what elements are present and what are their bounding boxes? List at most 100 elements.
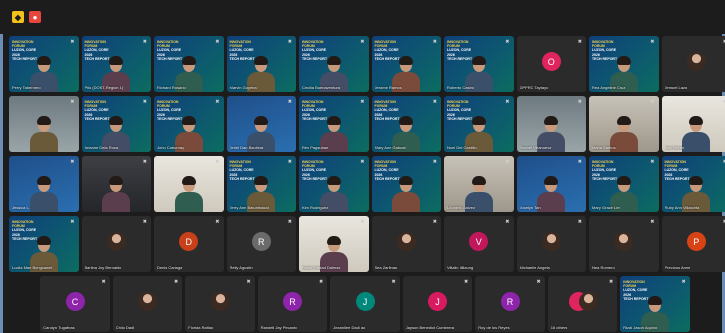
banner-line: INNOVATION FORUM (374, 100, 396, 109)
participant-tile[interactable]: ✖ Florida Raltao (185, 276, 255, 332)
participant-tile[interactable]: INNOVATION FORUM LUZON, CORE 2026 TECH REP… (9, 36, 79, 92)
participant-tile[interactable]: INNOVATION FORUM LUZON, CORE 2026 TECH REP… (299, 36, 369, 92)
gallery-row: C ✖ Carolyn Tugafnas ✖ Chilo Dadi ✖ Florida Ra… (9, 276, 721, 332)
mic-muted-icon: ✖ (215, 219, 220, 225)
participant-tile[interactable]: P ✖ Precious Anne (661, 216, 725, 272)
participant-name: Roberto Castro (447, 85, 475, 90)
avatar (210, 292, 230, 312)
participant-tile[interactable]: J ✖ Jeannilee Dadi ao (330, 276, 400, 332)
mic-muted-icon: ✖ (577, 39, 582, 45)
participant-tile[interactable]: ✖ Rachel Villanueva (516, 96, 586, 152)
participant-tile[interactable]: ✖ (9, 96, 79, 152)
mic-muted-icon: ✖ (215, 39, 220, 45)
mic-muted-icon: ✖ (360, 219, 365, 225)
avatar (106, 232, 126, 252)
mic-muted-icon: ✖ (101, 279, 106, 285)
avatar (686, 52, 706, 72)
mic-muted-icon: ✖ (432, 99, 437, 105)
participant-name: Rosie Piedad Dalmas (302, 265, 341, 270)
participant-tile[interactable]: V ✖ Villalin Ilillaung (444, 216, 514, 272)
participant-tile[interactable]: INNOVATION FORUM LUZON, CORE 2026 TECH REP… (371, 156, 441, 212)
participant-name: Jerry Ann Batumbakal (229, 205, 269, 210)
participant-tile[interactable]: ✖ Jocelyn Tan (516, 156, 586, 212)
mic-muted-icon: ✖ (215, 159, 220, 165)
record-icon[interactable]: ● (29, 11, 41, 23)
participant-tile[interactable]: ✖ Jessica L. (9, 156, 79, 212)
participant-tile[interactable]: R ✖ Randell Jay Pecanto (257, 276, 328, 332)
mic-muted-icon: ✖ (360, 99, 365, 105)
participant-tile[interactable]: INNOVATION FORUM LUZON, CORE 2026 TECH REP… (371, 96, 441, 152)
participant-name: DPPRC Taytayo (519, 85, 549, 90)
mic-muted-icon: ✖ (142, 99, 147, 105)
participant-video-figure (29, 176, 59, 212)
participant-name: Rizal Jason Aquino (623, 325, 658, 330)
avatar: V (469, 232, 489, 252)
participant-tile[interactable]: ✖ Michaelle Angela (516, 216, 586, 272)
participant-tile[interactable]: O ✖ DPPRC Taytayo (516, 36, 586, 92)
participant-tile[interactable]: INNOVATION FORUM LUZON, CORE 2026 TECH REP… (81, 96, 151, 152)
mic-muted-icon: ✖ (432, 159, 437, 165)
mic-muted-icon: ✖ (650, 39, 655, 45)
participant-name: Jocelyn Tan (519, 205, 541, 210)
participant-tile[interactable]: ✖ Maria Santos (589, 96, 659, 152)
participant-tile[interactable]: INNOVATION FORUM LUZON, CORE 2026 TECH REP… (226, 156, 296, 212)
participant-tile[interactable]: INNOVATION FORUM LUZON, CORE 2026 TECH REP… (444, 36, 514, 92)
participant-name: Jeannilee Dadi ao (333, 325, 366, 330)
participant-name: Noel Del Castillo (447, 145, 477, 150)
participant-name: Ana Reyes (664, 145, 685, 150)
participant-tile[interactable]: ✖ (154, 156, 224, 212)
participant-name: Reily Agustin (229, 265, 253, 270)
participant-tile[interactable]: J ✖ Jayson Benedict Cumbrera (402, 276, 473, 332)
participant-tile[interactable]: INNOVATION FORUM LUZON, CORE 2026 TECH REP… (81, 36, 151, 92)
participant-tile[interactable]: INNOVATION FORUM LUZON, CORE 2026 TECH REP… (620, 276, 690, 332)
avatar: R (283, 292, 302, 312)
gallery-row: INNOVATION FORUM LUZON, CORE 2026 TECH REP… (9, 36, 725, 92)
participant-tile[interactable]: ✖ Chilo Dadi (112, 276, 183, 332)
participant-name: Carolyn Tugafnas (43, 325, 75, 330)
participant-tile[interactable]: INNOVATION FORUM LUZON, CORE 2026 TECH REP… (226, 36, 296, 92)
gallery-row: ✖ INNOVATION FORUM LUZON, CORE 2026 TECH RE… (9, 96, 725, 152)
mic-muted-icon: ✖ (650, 219, 655, 225)
participant-tile[interactable]: INNOVATION FORUM LUZON, CORE 2026 TECH REP… (661, 156, 725, 212)
participant-name: Randell Jay Pecanto (260, 325, 298, 330)
banner-line: INNOVATION FORUM (157, 40, 179, 49)
participant-tile[interactable]: ✖ Barlina Joy Bernaldo (81, 216, 151, 272)
participant-tile[interactable]: INNOVATION FORUM LUZON, CORE 2026 TECH REP… (589, 156, 659, 212)
participant-tile[interactable]: R ✖ Reily Agustin (226, 216, 296, 272)
participant-tile[interactable]: ✖ Sea Zarlinas (371, 216, 441, 272)
participant-tile[interactable]: C ✖ Carolyn Tugafnas (40, 276, 110, 332)
banner-line: INNOVATION FORUM (592, 160, 614, 169)
mic-muted-icon: ✖ (287, 159, 292, 165)
participant-tile[interactable]: ✖ Rosie Piedad Dalmas (299, 216, 369, 272)
participant-tile[interactable]: ✖ Jemuel Lazo (661, 36, 725, 92)
participant-tile[interactable]: ✖ Nea Romero (589, 216, 659, 272)
banner-line: INNOVATION FORUM (157, 100, 179, 109)
shield-icon[interactable]: ◆ (12, 11, 24, 23)
participant-tile[interactable]: D ✖ Denis Cariaga (154, 216, 224, 272)
mic-muted-icon: ✖ (505, 219, 510, 225)
participant-tile[interactable]: INNOVATION FORUM LUZON, CORE 2026 TECH REP… (444, 96, 514, 152)
participant-tile[interactable]: INNOVATION FORUM LUZON, CORE 2026 TECH REP… (299, 156, 369, 212)
participant-tile[interactable]: ✖ (81, 156, 151, 212)
participant-name: Rea Angeline Cruz (592, 85, 626, 90)
participant-tile[interactable]: INNOVATION FORUM LUZON, CORE 2026 TECH REP… (299, 96, 369, 152)
participant-tile[interactable]: INNOVATION FORUM LUZON, CORE 2026 TECH REP… (589, 36, 659, 92)
mic-muted-icon: ✖ (70, 39, 75, 45)
participant-tile[interactable]: INNOVATION FORUM LUZON, CORE 2026 TECH REP… (371, 36, 441, 92)
participant-name: Rex Pagsuban (302, 145, 329, 150)
participant-name: Kim Rodriguez (302, 205, 329, 210)
mic-muted-icon: ✖ (246, 279, 251, 285)
participant-tile[interactable]: INNOVATION FORUM LUZON, CORE 2026 TECH REP… (154, 36, 224, 92)
participant-tile[interactable]: R ✖ Roy de los Reyes (475, 276, 545, 332)
participant-tile[interactable]: ✖ 16 others (547, 276, 618, 332)
participant-tile[interactable]: ✖ Jeriel Dan Bautista (226, 96, 296, 152)
mic-muted-icon: ✖ (287, 219, 292, 225)
participant-tile[interactable]: INNOVATION FORUM LUZON, CORE 2026 TECH REP… (9, 216, 79, 272)
participant-tile[interactable]: ✖ Ana Reyes (661, 96, 725, 152)
participant-name: Mary Grace Lim (592, 205, 621, 210)
mic-muted-icon: ✖ (650, 99, 655, 105)
participant-tile[interactable]: INNOVATION FORUM LUZON, CORE 2026 TECH REP… (154, 96, 224, 152)
participant-name: Denis Cariaga (157, 265, 183, 270)
participant-name: Nea Romero (592, 265, 615, 270)
participant-tile[interactable]: ✖ Lourdes Galvez (444, 156, 514, 212)
